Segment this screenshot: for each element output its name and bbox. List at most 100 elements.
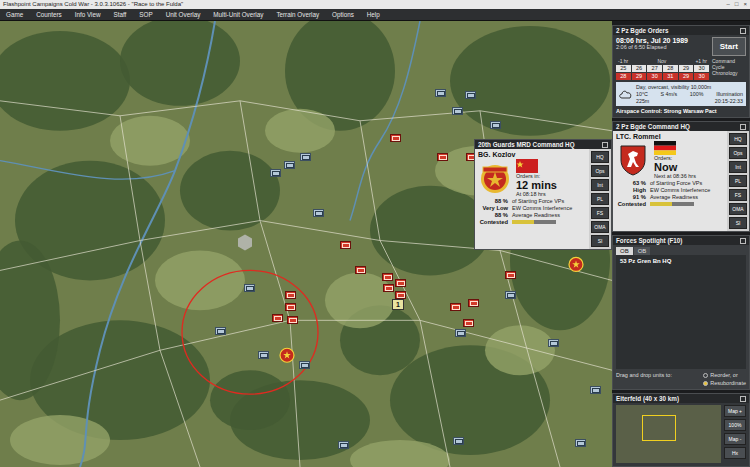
- unit-counter[interactable]: [468, 299, 479, 307]
- unit-counter[interactable]: [300, 153, 311, 161]
- hq-button[interactable]: SI: [591, 235, 609, 247]
- unit-counter[interactable]: [575, 439, 586, 447]
- tab[interactable]: OB: [616, 247, 633, 255]
- calendar-day[interactable]: 28: [663, 65, 678, 72]
- unit-counter[interactable]: [455, 329, 466, 337]
- menu-item[interactable]: Game: [6, 11, 23, 18]
- panel-header[interactable]: Forces Spotlight (F10): [613, 236, 749, 245]
- pin-icon[interactable]: [740, 238, 746, 244]
- menu-item[interactable]: Options: [332, 11, 354, 18]
- unit-counter[interactable]: [340, 241, 351, 249]
- map[interactable]: 120th Guards MRD Command HQBG. KozlovOrd…: [0, 21, 612, 467]
- unit-counter[interactable]: [490, 121, 501, 129]
- menu-item[interactable]: Terrain Overlay: [276, 11, 319, 18]
- calendar-day[interactable]: 30: [694, 73, 709, 80]
- hq-button[interactable]: Int: [729, 161, 747, 173]
- unit-counter[interactable]: [505, 291, 516, 299]
- calendar-day[interactable]: 26: [632, 65, 647, 72]
- hq-button[interactable]: Int: [591, 179, 609, 191]
- unit-counter[interactable]: [338, 441, 349, 449]
- unit-counter[interactable]: [215, 327, 226, 335]
- unit-counter[interactable]: [258, 351, 269, 359]
- chronology-calendar[interactable]: -1 hrNov+1 hr252627282930282930312930: [616, 58, 709, 80]
- unit-counter[interactable]: [382, 273, 393, 281]
- hq-button[interactable]: OMA: [591, 221, 609, 233]
- map-button[interactable]: Map -: [724, 433, 746, 445]
- unit-counter[interactable]: [299, 361, 310, 369]
- menu-item[interactable]: Unit Overlay: [166, 11, 201, 18]
- hq-button[interactable]: SI: [729, 217, 747, 229]
- calendar-day[interactable]: 30: [694, 65, 709, 72]
- unit-counter[interactable]: [270, 169, 281, 177]
- minimap[interactable]: [616, 405, 721, 463]
- panel-header[interactable]: 20th Guards MRD Command HQ: [475, 140, 611, 149]
- window-control[interactable]: ×: [743, 0, 747, 9]
- hq-button[interactable]: HQ: [591, 151, 609, 163]
- panel-header[interactable]: 2 Pz Bgde Command HQ: [613, 122, 749, 131]
- hq-button[interactable]: OMA: [729, 203, 747, 215]
- hq-button[interactable]: PL: [591, 193, 609, 205]
- pin-icon[interactable]: [602, 142, 608, 148]
- unit-counter[interactable]: [548, 339, 559, 347]
- menu-item[interactable]: Staff: [114, 11, 127, 18]
- panel-header[interactable]: Eiterfeld (40 x 30 km): [613, 394, 749, 403]
- calendar-day[interactable]: 29: [679, 73, 694, 80]
- pin-icon[interactable]: [740, 124, 746, 130]
- unit-counter[interactable]: [450, 303, 461, 311]
- unit-counter[interactable]: [453, 437, 464, 445]
- hq-button[interactable]: HQ: [729, 133, 747, 145]
- menu-item[interactable]: Info View: [75, 11, 101, 18]
- menu-item[interactable]: SOP: [139, 11, 152, 18]
- calendar-day[interactable]: 31: [663, 73, 678, 80]
- hq-button[interactable]: PL: [729, 175, 747, 187]
- calendar-day[interactable]: 25: [616, 65, 631, 72]
- window-control[interactable]: □: [735, 0, 739, 9]
- unit-counter[interactable]: [463, 319, 474, 327]
- window-control[interactable]: –: [727, 0, 730, 9]
- stack-label[interactable]: 1: [392, 299, 404, 310]
- map-button[interactable]: 100%: [724, 419, 746, 431]
- unit-counter[interactable]: [395, 279, 406, 287]
- objective-icon[interactable]: [280, 348, 294, 362]
- hq-button[interactable]: FS: [729, 189, 747, 201]
- calendar-day[interactable]: 29: [632, 73, 647, 80]
- unit-counter[interactable]: [383, 284, 394, 292]
- unit-counter[interactable]: [244, 284, 255, 292]
- unit-counter[interactable]: [272, 314, 283, 322]
- hq-button[interactable]: FS: [591, 207, 609, 219]
- radio-option[interactable]: Reorder, or: [703, 372, 746, 378]
- unit-counter[interactable]: [435, 89, 446, 97]
- menu-item[interactable]: Multi-Unit Overlay: [213, 11, 263, 18]
- unit-counter[interactable]: [355, 266, 366, 274]
- unit-counter[interactable]: [452, 107, 463, 115]
- menu-item[interactable]: Help: [367, 11, 380, 18]
- panel-header[interactable]: 2 Pz Bgde Orders: [613, 26, 749, 35]
- unit-counter[interactable]: [284, 161, 295, 169]
- unit-counter[interactable]: [465, 91, 476, 99]
- hq-button[interactable]: Ops: [591, 165, 609, 177]
- map-button[interactable]: Hx: [724, 447, 746, 459]
- pin-icon[interactable]: [740, 28, 746, 34]
- menu-item[interactable]: Counters: [36, 11, 62, 18]
- unit-counter[interactable]: [437, 153, 448, 161]
- unit-counter[interactable]: [285, 303, 296, 311]
- calendar-day[interactable]: 29: [679, 65, 694, 72]
- tab[interactable]: OB: [634, 247, 651, 255]
- unit-counter[interactable]: [285, 291, 296, 299]
- unit-counter[interactable]: [590, 386, 601, 394]
- calendar-day[interactable]: 30: [647, 73, 662, 80]
- start-button[interactable]: Start: [712, 37, 746, 56]
- radio-option[interactable]: Resubordinate: [703, 380, 746, 386]
- unit-counter[interactable]: [390, 134, 401, 142]
- pin-icon[interactable]: [740, 396, 746, 402]
- list-item[interactable]: 53 Pz Gren Bn HQ: [618, 257, 744, 265]
- calendar-day[interactable]: 28: [616, 73, 631, 80]
- view-frame[interactable]: [642, 415, 676, 441]
- unit-counter[interactable]: [395, 291, 406, 299]
- unit-counter[interactable]: [505, 271, 516, 279]
- unit-counter[interactable]: [313, 209, 324, 217]
- calendar-day[interactable]: 27: [647, 65, 662, 72]
- hq-button[interactable]: Ops: [729, 147, 747, 159]
- objective-icon[interactable]: [569, 257, 583, 271]
- unit-counter[interactable]: [287, 316, 298, 324]
